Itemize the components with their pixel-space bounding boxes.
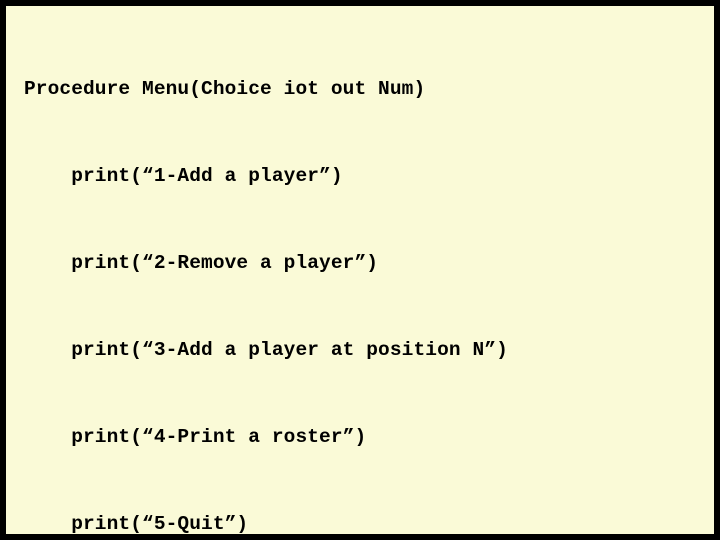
code-line: print(“4-Print a roster”) bbox=[24, 426, 367, 448]
slide-frame: Procedure Menu(Choice iot out Num) print… bbox=[0, 0, 720, 540]
slide-canvas: Procedure Menu(Choice iot out Num) print… bbox=[6, 6, 714, 534]
code-line: print(“5-Quit”) bbox=[24, 513, 249, 534]
code-line: Procedure Menu(Choice iot out Num) bbox=[24, 78, 426, 100]
pseudocode-block: Procedure Menu(Choice iot out Num) print… bbox=[24, 17, 708, 534]
code-line: print(“2-Remove a player”) bbox=[24, 252, 379, 274]
code-line: print(“3-Add a player at position N”) bbox=[24, 339, 508, 361]
code-line: print(“1-Add a player”) bbox=[24, 165, 343, 187]
